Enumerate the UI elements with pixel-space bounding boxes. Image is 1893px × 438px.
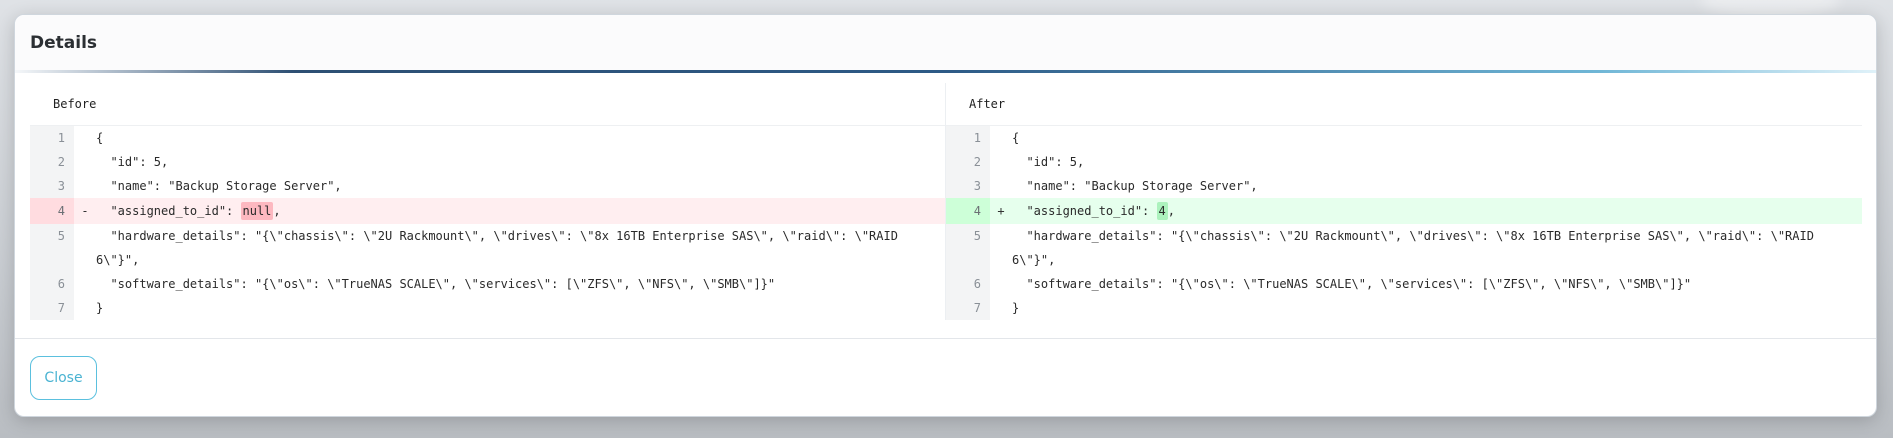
code-text: "hardware_details": "{\"chassis\": \"2U … <box>96 229 906 267</box>
diff-marker <box>74 296 96 320</box>
diff-line: 6 "software_details": "{\"os\": \"TrueNA… <box>30 272 945 296</box>
diff-marker <box>990 126 1012 150</box>
diff-marker-added: + <box>997 204 1005 218</box>
diff-marker-removed: - <box>81 204 89 218</box>
line-number: 6 <box>946 272 990 296</box>
line-number: 7 <box>946 296 990 320</box>
diff-line: 7 } <box>946 296 1862 320</box>
diff-marker <box>74 272 96 296</box>
added-value-highlight: 4 <box>1156 202 1168 220</box>
line-number: 2 <box>30 150 74 174</box>
pane-title-after: After <box>946 83 1862 126</box>
diff-marker <box>74 224 96 272</box>
diff-marker <box>990 224 1012 272</box>
code-text: } <box>96 301 104 315</box>
line-number: 3 <box>30 174 74 198</box>
code-text: "assigned_to_id": null, <box>96 198 945 224</box>
line-number: 6 <box>30 272 74 296</box>
code-text: "name": "Backup Storage Server", <box>1012 179 1258 193</box>
line-number: 7 <box>30 296 74 320</box>
diff-line-removed: 4 - "assigned_to_id": null, <box>30 198 945 224</box>
diff-viewer: Before 1 { 2 "id": 5, 3 "name": "Backup … <box>30 83 1863 320</box>
removed-value-highlight: null <box>240 202 274 220</box>
diff-line: 5 "hardware_details": "{\"chassis\": \"2… <box>30 224 945 272</box>
code-suffix: , <box>1167 204 1175 218</box>
diff-line: 3 "name": "Backup Storage Server", <box>946 174 1862 198</box>
diff-marker <box>990 272 1012 296</box>
diff-lines-after: 1 { 2 "id": 5, 3 "name": "Backup Storage… <box>946 126 1862 320</box>
diff-marker <box>990 174 1012 198</box>
code-prefix: "assigned_to_id": <box>96 204 241 218</box>
diff-lines-before: 1 { 2 "id": 5, 3 "name": "Backup Storage… <box>30 126 945 320</box>
modal-header: Details <box>15 15 1876 70</box>
diff-line: 2 "id": 5, <box>946 150 1862 174</box>
line-number: 2 <box>946 150 990 174</box>
diff-marker <box>74 174 96 198</box>
diff-pane-after: After 1 { 2 "id": 5, 3 "name": "Backup S… <box>946 83 1862 320</box>
line-number: 1 <box>946 126 990 150</box>
diff-line: 1 { <box>30 126 945 150</box>
code-text: "assigned_to_id": 4, <box>1012 198 1862 224</box>
line-number: 3 <box>946 174 990 198</box>
code-text: "id": 5, <box>96 155 169 169</box>
code-text: "id": 5, <box>1012 155 1085 169</box>
diff-marker <box>74 126 96 150</box>
line-number: 4 <box>30 198 74 224</box>
diff-line: 5 "hardware_details": "{\"chassis\": \"2… <box>946 224 1862 272</box>
code-suffix: , <box>273 204 281 218</box>
code-text: { <box>96 131 104 145</box>
code-text: "software_details": "{\"os\": \"TrueNAS … <box>1012 277 1692 291</box>
diff-pane-before: Before 1 { 2 "id": 5, 3 "name": "Backup … <box>30 83 946 320</box>
modal-body: Before 1 { 2 "id": 5, 3 "name": "Backup … <box>15 73 1876 339</box>
details-modal: Details Before 1 { 2 "id": 5, 3 "name": … <box>14 14 1877 417</box>
diff-line: 2 "id": 5, <box>30 150 945 174</box>
diff-marker <box>990 150 1012 174</box>
code-text: } <box>1012 301 1020 315</box>
diff-marker <box>990 296 1012 320</box>
line-number: 1 <box>30 126 74 150</box>
code-text: "hardware_details": "{\"chassis\": \"2U … <box>1012 229 1822 267</box>
modal-title: Details <box>30 32 98 53</box>
line-number: 5 <box>30 224 74 272</box>
diff-line: 6 "software_details": "{\"os\": \"TrueNA… <box>946 272 1862 296</box>
code-text: "software_details": "{\"os\": \"TrueNAS … <box>96 277 776 291</box>
code-text: "name": "Backup Storage Server", <box>96 179 342 193</box>
line-number: 5 <box>946 224 990 272</box>
code-prefix: "assigned_to_id": <box>1012 204 1157 218</box>
close-button[interactable]: Close <box>30 356 97 400</box>
code-text: { <box>1012 131 1020 145</box>
diff-marker <box>74 150 96 174</box>
diff-line: 7 } <box>30 296 945 320</box>
diff-line-added: 4 + "assigned_to_id": 4, <box>946 198 1862 224</box>
line-number: 4 <box>946 198 990 224</box>
modal-footer: Close <box>15 339 1876 416</box>
pane-title-before: Before <box>30 83 945 126</box>
diff-line: 1 { <box>946 126 1862 150</box>
diff-line: 3 "name": "Backup Storage Server", <box>30 174 945 198</box>
